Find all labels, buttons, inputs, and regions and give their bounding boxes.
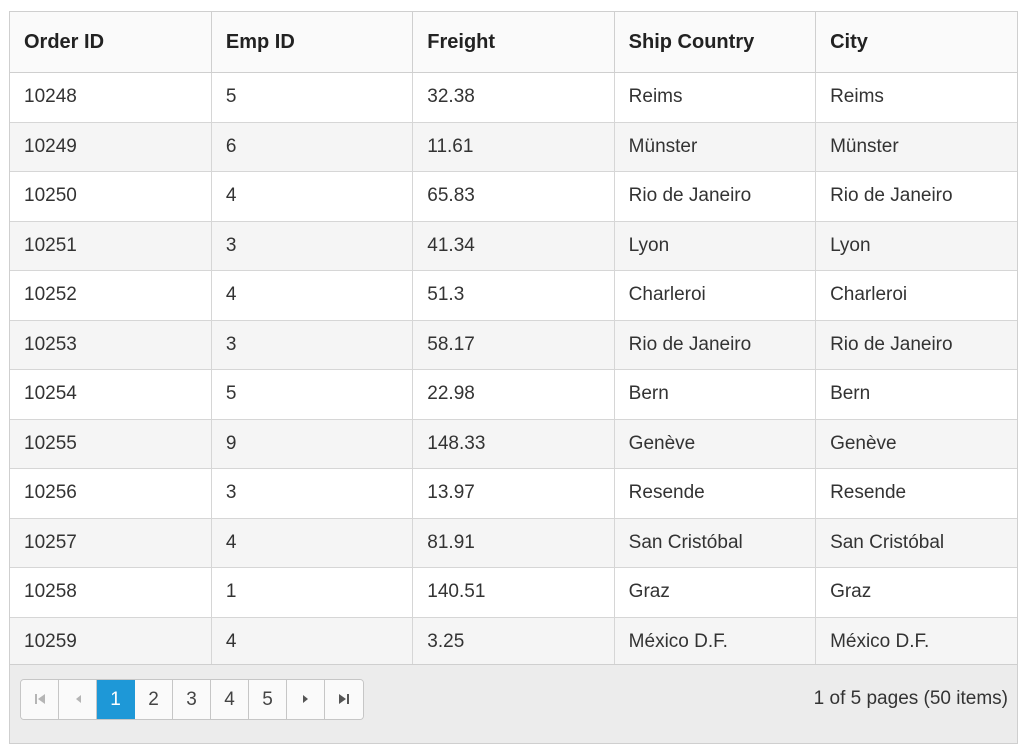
cell-ship-country[interactable]: México D.F. [614, 617, 817, 667]
pager-info: 1 of 5 pages (50 items) [813, 688, 1008, 709]
cell-freight[interactable]: 140.51 [412, 567, 615, 618]
table-row[interactable]: 10254 5 22.98 Bern Bern [10, 369, 1017, 420]
cell-ship-country[interactable]: Reims [614, 72, 817, 123]
cell-order-id[interactable]: 10251 [10, 221, 212, 271]
table-row[interactable]: 10257 4 81.91 San Cristóbal San Cristóba… [10, 518, 1017, 568]
cell-order-id[interactable]: 10259 [10, 617, 212, 667]
cell-ship-country[interactable]: Resende [614, 468, 817, 519]
page-button-1[interactable]: 1 [97, 680, 135, 719]
next-page-icon [301, 689, 311, 711]
cell-freight[interactable]: 13.97 [412, 468, 615, 519]
table-row[interactable]: 10258 1 140.51 Graz Graz [10, 567, 1017, 618]
cell-order-id[interactable]: 10253 [10, 320, 212, 370]
cell-city[interactable]: Resende [815, 468, 1017, 519]
cell-freight[interactable]: 51.3 [412, 270, 615, 321]
cell-order-id[interactable]: 10252 [10, 270, 212, 321]
cell-emp-id[interactable]: 4 [211, 270, 414, 321]
cell-city[interactable]: Münster [815, 122, 1017, 172]
cell-emp-id[interactable]: 1 [211, 567, 414, 618]
page-button-2[interactable]: 2 [135, 680, 173, 719]
cell-city[interactable]: Rio de Janeiro [815, 171, 1017, 222]
column-header-emp-id[interactable]: Emp ID [211, 12, 414, 73]
cell-city[interactable]: Genève [815, 419, 1017, 469]
cell-order-id[interactable]: 10257 [10, 518, 212, 568]
cell-ship-country[interactable]: Münster [614, 122, 817, 172]
cell-order-id[interactable]: 10249 [10, 122, 212, 172]
previous-page-icon [73, 689, 83, 711]
table-row[interactable]: 10249 6 11.61 Münster Münster [10, 122, 1017, 172]
cell-order-id[interactable]: 10255 [10, 419, 212, 469]
orders-table: Order ID Emp ID Freight Ship Country Cit… [10, 12, 1017, 667]
cell-freight[interactable]: 41.34 [412, 221, 615, 271]
cell-emp-id[interactable]: 9 [211, 419, 414, 469]
first-page-icon [34, 689, 46, 711]
cell-emp-id[interactable]: 4 [211, 617, 414, 667]
table-row[interactable]: 10255 9 148.33 Genève Genève [10, 419, 1017, 469]
cell-ship-country[interactable]: Rio de Janeiro [614, 320, 817, 370]
column-header-ship-country[interactable]: Ship Country [614, 12, 817, 73]
cell-freight[interactable]: 22.98 [412, 369, 615, 420]
cell-emp-id[interactable]: 3 [211, 320, 414, 370]
column-header-city[interactable]: City [815, 12, 1017, 73]
first-page-button[interactable] [21, 680, 59, 719]
cell-freight[interactable]: 148.33 [412, 419, 615, 469]
cell-city[interactable]: Bern [815, 369, 1017, 420]
cell-city[interactable]: Lyon [815, 221, 1017, 271]
page-button-5[interactable]: 5 [249, 680, 287, 719]
table-row[interactable]: 10251 3 41.34 Lyon Lyon [10, 221, 1017, 271]
cell-order-id[interactable]: 10248 [10, 72, 212, 123]
header-row: Order ID Emp ID Freight Ship Country Cit… [10, 12, 1017, 73]
cell-city[interactable]: Graz [815, 567, 1017, 618]
page-button-3[interactable]: 3 [173, 680, 211, 719]
previous-page-button[interactable] [59, 680, 97, 719]
cell-ship-country[interactable]: Bern [614, 369, 817, 420]
cell-order-id[interactable]: 10258 [10, 567, 212, 618]
cell-order-id[interactable]: 10254 [10, 369, 212, 420]
cell-emp-id[interactable]: 3 [211, 221, 414, 271]
cell-city[interactable]: México D.F. [815, 617, 1017, 667]
cell-ship-country[interactable]: Rio de Janeiro [614, 171, 817, 222]
cell-ship-country[interactable]: Charleroi [614, 270, 817, 321]
column-header-freight[interactable]: Freight [412, 12, 615, 73]
pager-buttons: 1 2 3 4 5 [20, 679, 364, 720]
table-row[interactable]: 10259 4 3.25 México D.F. México D.F. [10, 617, 1017, 667]
cell-city[interactable]: Rio de Janeiro [815, 320, 1017, 370]
column-header-order-id[interactable]: Order ID [10, 12, 212, 73]
pager: 1 2 3 4 5 1 of 5 pages (50 items) [10, 664, 1017, 743]
cell-ship-country[interactable]: Lyon [614, 221, 817, 271]
orders-grid: Order ID Emp ID Freight Ship Country Cit… [9, 11, 1018, 744]
cell-freight[interactable]: 32.38 [412, 72, 615, 123]
last-page-button[interactable] [325, 680, 363, 719]
cell-emp-id[interactable]: 4 [211, 518, 414, 568]
cell-order-id[interactable]: 10250 [10, 171, 212, 222]
page-button-4[interactable]: 4 [211, 680, 249, 719]
cell-order-id[interactable]: 10256 [10, 468, 212, 519]
cell-ship-country[interactable]: Graz [614, 567, 817, 618]
cell-emp-id[interactable]: 3 [211, 468, 414, 519]
table-row[interactable]: 10250 4 65.83 Rio de Janeiro Rio de Jane… [10, 171, 1017, 222]
cell-emp-id[interactable]: 4 [211, 171, 414, 222]
cell-freight[interactable]: 11.61 [412, 122, 615, 172]
cell-freight[interactable]: 3.25 [412, 617, 615, 667]
cell-city[interactable]: Charleroi [815, 270, 1017, 321]
cell-freight[interactable]: 58.17 [412, 320, 615, 370]
table-row[interactable]: 10252 4 51.3 Charleroi Charleroi [10, 270, 1017, 321]
next-page-button[interactable] [287, 680, 325, 719]
cell-city[interactable]: Reims [815, 72, 1017, 123]
cell-freight[interactable]: 81.91 [412, 518, 615, 568]
cell-emp-id[interactable]: 6 [211, 122, 414, 172]
table-row[interactable]: 10253 3 58.17 Rio de Janeiro Rio de Jane… [10, 320, 1017, 370]
cell-freight[interactable]: 65.83 [412, 171, 615, 222]
cell-emp-id[interactable]: 5 [211, 72, 414, 123]
cell-emp-id[interactable]: 5 [211, 369, 414, 420]
cell-ship-country[interactable]: San Cristóbal [614, 518, 817, 568]
cell-city[interactable]: San Cristóbal [815, 518, 1017, 568]
cell-ship-country[interactable]: Genève [614, 419, 817, 469]
table-row[interactable]: 10256 3 13.97 Resende Resende [10, 468, 1017, 519]
last-page-icon [338, 689, 350, 711]
table-row[interactable]: 10248 5 32.38 Reims Reims [10, 72, 1017, 123]
